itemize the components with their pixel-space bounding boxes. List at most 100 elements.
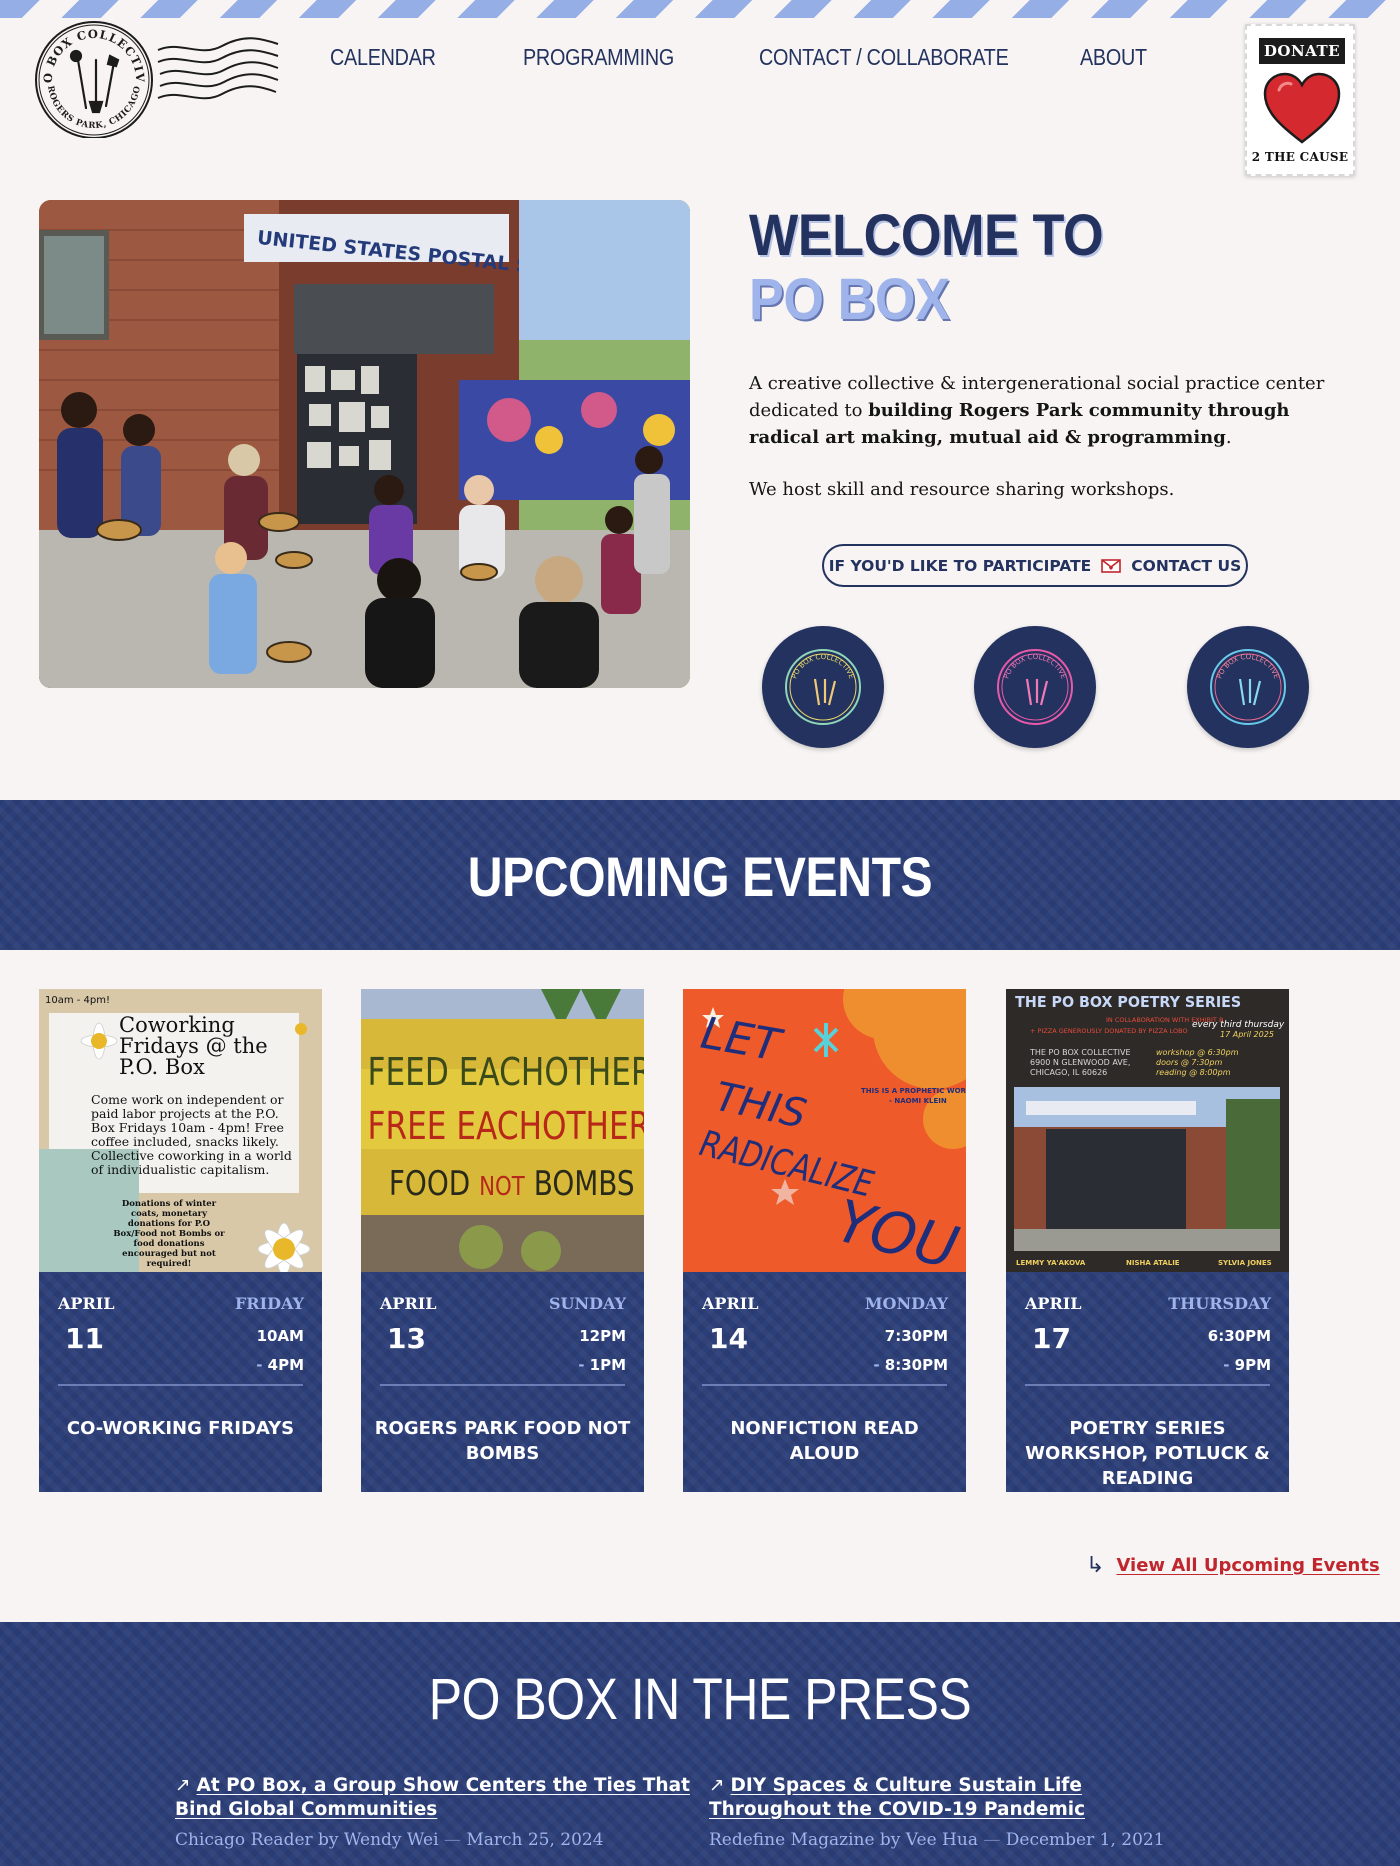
press-item: ↗ DIY Spaces & Culture Sustain Life Throu… (709, 1774, 1209, 1850)
nav-contact-collaborate[interactable]: CONTACT / COLLABORATE (759, 44, 1009, 71)
press-link-title: DIY Spaces & Culture Sustain Life Throug… (709, 1775, 1086, 1820)
event-poster-coworking: 10am - 4pm! Coworking Fridays @ the P.O.… (39, 989, 322, 1272)
poster-schedule-1: workshop @ 6:30pm (1156, 1048, 1239, 1057)
event-title[interactable]: CO-WORKING FRIDAYS (49, 1416, 312, 1441)
event-month: APRIL (380, 1294, 437, 1313)
poster-line-2: FREE EACHOTHER (368, 1105, 644, 1149)
poster-when: every third thursday (1192, 1020, 1285, 1030)
external-arrow-icon: ↗ (709, 1775, 725, 1796)
event-weekday: FRIDAY (234, 1294, 304, 1313)
event-month: APRIL (702, 1294, 759, 1313)
return-arrow-icon: ↳ (1086, 1553, 1105, 1578)
donate-caption: 2 THE CAUSE (1251, 150, 1349, 164)
event-day: 17 (1032, 1322, 1071, 1355)
nav-about[interactable]: ABOUT (1080, 44, 1147, 71)
event-time: 12PM - 1PM (578, 1322, 626, 1380)
participate-contact-button[interactable]: IF YOU'D LIKE TO PARTICIPATE CONTACT US (822, 544, 1248, 587)
event-divider (702, 1384, 947, 1386)
poster-reader-2: NISHA ATALIE (1126, 1259, 1180, 1267)
event-time: 6:30PM - 9PM (1208, 1322, 1271, 1380)
collective-logo-icon: PO BOX COLLECTIVE (785, 649, 861, 725)
event-info: APRIL 13 SUNDAY 12PM - 1PM ROGERS PARK FO… (361, 1272, 644, 1492)
press-item: ↗ At PO Box, a Group Show Centers the Tie… (175, 1774, 695, 1850)
event-day: 13 (387, 1322, 426, 1355)
poster-author: - NAOMI KLEIN (889, 1097, 947, 1105)
badge-logo-yellow: PO BOX COLLECTIVE (762, 626, 884, 748)
poster-schedule-3: reading @ 8:00pm (1156, 1068, 1231, 1077)
poster-reader-3: SYLVIA JONES (1218, 1259, 1272, 1267)
event-info: APRIL 11 FRIDAY 10AM - 4PM CO-WORKING FRI… (39, 1272, 322, 1492)
event-time-end: 1PM (589, 1356, 626, 1374)
event-divider (58, 1384, 303, 1386)
press-link-title: At PO Box, a Group Show Centers the Ties… (175, 1775, 690, 1820)
event-time-end: 8:30PM (884, 1356, 948, 1374)
press-date: March 25, 2024 (466, 1830, 604, 1850)
hero-description: A creative collective & intergenerationa… (749, 370, 1329, 451)
poster-headline: Coworking Fridays @ the P.O. Box (119, 1015, 268, 1079)
event-title[interactable]: ROGERS PARK FOOD NOT BOMBS (371, 1416, 634, 1466)
nav-programming[interactable]: PROGRAMMING (523, 44, 674, 71)
event-card[interactable]: 10am - 4pm! Coworking Fridays @ the P.O.… (39, 989, 322, 1492)
upcoming-events-header: UPCOMING EVENTS (0, 800, 1400, 950)
press-section: PO BOX IN THE PRESS ↗ At PO Box, a Group … (0, 1622, 1400, 1866)
press-meta: Chicago Reader by Wendy Wei — March 25, … (175, 1830, 604, 1850)
event-info: APRIL 14 MONDAY 7:30PM - 8:30PM NONFICTIO… (683, 1272, 966, 1492)
donate-stamp-button[interactable]: DONATE 2 THE CAUSE (1245, 24, 1355, 176)
event-time: 10AM - 4PM (256, 1322, 304, 1380)
poster-pizza: + PIZZA GENEROUSLY DONATED BY PIZZA LOBO (1030, 1027, 1188, 1035)
event-time-end: 9PM (1234, 1356, 1271, 1374)
press-source: Chicago Reader by Wendy Wei (175, 1830, 439, 1850)
hero-title-line2: PO BOX (749, 267, 950, 332)
event-divider (1025, 1384, 1270, 1386)
event-month: APRIL (1025, 1294, 1082, 1313)
press-meta: Redefine Magazine by Vee Hua — December … (709, 1830, 1165, 1850)
view-all-events-link[interactable]: ↳ View All Upcoming Events (1086, 1553, 1380, 1578)
press-source: Redefine Magazine by Vee Hua (709, 1830, 978, 1850)
poster-address-1: THE PO BOX COLLECTIVE (1029, 1048, 1131, 1057)
press-link[interactable]: ↗ At PO Box, a Group Show Centers the Tie… (175, 1775, 690, 1820)
hero-title-line1: WELCOME TO (749, 203, 1104, 268)
event-day: 11 (65, 1322, 104, 1355)
hero-description-2: We host skill and resource sharing works… (749, 479, 1175, 500)
poster-quote: THIS IS A PROPHETIC WORK (861, 1087, 966, 1095)
event-title[interactable]: POETRY SERIES WORKSHOP, POTLUCK & READIN… (1016, 1416, 1279, 1491)
donate-label: DONATE (1259, 38, 1345, 64)
event-title[interactable]: NONFICTION READ ALOUD (693, 1416, 956, 1466)
event-time-end: 4PM (267, 1356, 304, 1374)
press-title: PO BOX IN THE PRESS (428, 1667, 972, 1732)
event-card[interactable]: LET THIS RADICALIZE YOU THIS IS A PROPHE… (683, 989, 966, 1492)
event-weekday: MONDAY (864, 1294, 948, 1313)
poster-address-2: 6900 N GLENWOOD AVE, (1030, 1058, 1130, 1067)
poster-date: 17 April 2025 (1220, 1030, 1274, 1039)
collective-logo-icon: PO BOX COLLECTIVE (1210, 649, 1286, 725)
poster-line-3: FOOD NOT BOMBS (389, 1164, 635, 1203)
hero-photo-post-office: UNITED STATES POSTAL SERVICE (39, 200, 690, 688)
event-weekday: SUNDAY (548, 1294, 626, 1313)
hero-desc-end: . (1225, 427, 1232, 448)
view-all-label: View All Upcoming Events (1116, 1555, 1380, 1576)
participate-prefix: IF YOU'D LIKE TO PARTICIPATE (828, 556, 1092, 575)
event-poster-radicalize: LET THIS RADICALIZE YOU THIS IS A PROPHE… (683, 989, 966, 1272)
heart-icon (1263, 72, 1341, 144)
event-card[interactable]: FEED EACHOTHER FREE EACHOTHER FOOD NOT B… (361, 989, 644, 1492)
external-arrow-icon: ↗ (175, 1775, 191, 1796)
upcoming-events-title: UPCOMING EVENTS (467, 845, 933, 908)
event-day: 14 (709, 1322, 748, 1355)
poster-address-3: CHICAGO, IL 60626 (1030, 1068, 1107, 1077)
event-divider (380, 1384, 625, 1386)
event-time-start: 12PM (579, 1327, 626, 1345)
nav-calendar[interactable]: CALENDAR (330, 44, 436, 71)
event-time: 7:30PM - 8:30PM (873, 1322, 948, 1380)
poster-note: Donations of winter coats, monetary dona… (113, 1199, 225, 1269)
poster-body: Come work on independent or paid labor p… (91, 1093, 292, 1177)
mail-icon (1101, 558, 1122, 573)
press-date: December 1, 2021 (1005, 1830, 1165, 1850)
event-poster-poetry-series: THE PO BOX POETRY SERIES IN COLLABORATIO… (1006, 989, 1289, 1272)
poster-schedule-2: doors @ 7:30pm (1156, 1058, 1222, 1067)
poster-reader-1: LEMMY YA'AKOVA (1016, 1259, 1086, 1267)
participate-suffix: CONTACT US (1131, 556, 1242, 575)
event-card[interactable]: THE PO BOX POETRY SERIES IN COLLABORATIO… (1006, 989, 1289, 1492)
press-link[interactable]: ↗ DIY Spaces & Culture Sustain Life Throu… (709, 1775, 1085, 1820)
event-time-start: 6:30PM (1207, 1327, 1271, 1345)
event-info: APRIL 17 THURSDAY 6:30PM - 9PM POETRY SER… (1006, 1272, 1289, 1492)
